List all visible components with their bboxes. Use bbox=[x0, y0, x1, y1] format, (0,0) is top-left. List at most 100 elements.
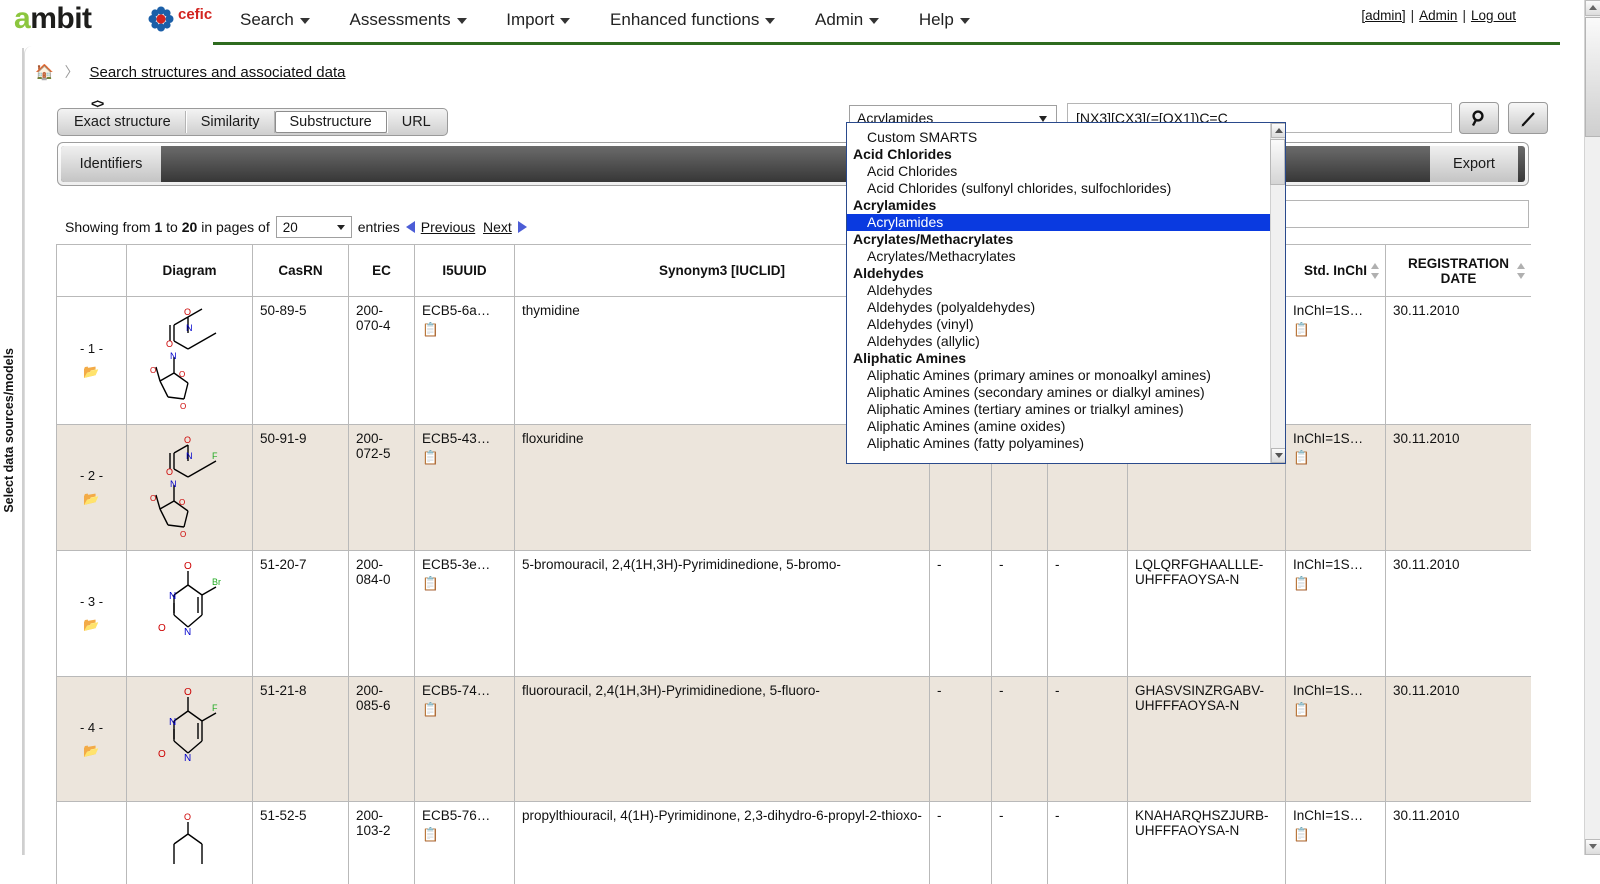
diagram-cell[interactable]: O bbox=[127, 802, 253, 884]
scrollbar-thumb[interactable] bbox=[1585, 17, 1600, 137]
admin-link[interactable]: Admin bbox=[1419, 8, 1457, 23]
table-row[interactable]: - 3 - 📂 O Br N N O bbox=[57, 551, 1532, 677]
tab-similarity[interactable]: Similarity bbox=[186, 111, 275, 133]
folder-icon[interactable]: 📂 bbox=[64, 491, 119, 507]
tab-substructure[interactable]: Substructure bbox=[275, 111, 387, 133]
dropdown-option[interactable]: Acrylates/Methacrylates bbox=[847, 248, 1270, 265]
col-i5uuid[interactable]: I5UUID bbox=[415, 245, 515, 297]
table-row[interactable]: - 4 - 📂 O F N N O bbox=[57, 677, 1532, 802]
smarts-preset-dropdown[interactable]: Custom SMARTS Acid Chlorides Acid Chlori… bbox=[846, 122, 1286, 464]
diagram-cell[interactable]: O F O N N O O O bbox=[127, 425, 253, 551]
row-index-cell[interactable] bbox=[57, 802, 127, 884]
menu-item-admin[interactable]: Admin bbox=[797, 8, 897, 32]
menu-item-search[interactable]: Search bbox=[222, 8, 328, 32]
casrn-cell: 50-89-5 bbox=[253, 297, 349, 425]
scroll-up-icon[interactable] bbox=[1271, 123, 1286, 138]
col-index[interactable] bbox=[57, 245, 127, 297]
col-registration-date[interactable]: REGISTRATION DATE bbox=[1386, 245, 1532, 297]
copy-icon[interactable]: 📋 bbox=[422, 827, 507, 843]
scroll-down-icon[interactable] bbox=[1585, 839, 1600, 855]
export-button[interactable]: Export bbox=[1430, 146, 1518, 182]
i5uuid-cell[interactable]: ECB5-76… 📋 bbox=[415, 802, 515, 884]
previous-page-link[interactable]: Previous bbox=[421, 219, 475, 235]
tab-url[interactable]: URL bbox=[387, 111, 445, 133]
dropdown-option[interactable]: Aliphatic Amines (fatty polyamines) bbox=[847, 435, 1270, 452]
table-row[interactable]: - 2 - 📂 O F O N N bbox=[57, 425, 1532, 551]
col-diagram[interactable]: Diagram bbox=[127, 245, 253, 297]
copy-icon[interactable]: 📋 bbox=[422, 322, 507, 338]
left-sidebar-panel[interactable]: Select data sources/models bbox=[0, 48, 24, 855]
breadcrumb-link-search-structures[interactable]: Search structures and associated data bbox=[89, 64, 345, 81]
col-ec[interactable]: EC bbox=[349, 245, 415, 297]
row-index-cell[interactable]: - 3 - 📂 bbox=[57, 551, 127, 677]
std-inchi-cell[interactable]: InChI=1S… 📋 bbox=[1286, 551, 1386, 677]
col-casrn[interactable]: CasRN bbox=[253, 245, 349, 297]
menu-item-enhanced-functions[interactable]: Enhanced functions bbox=[592, 8, 793, 32]
row-index-cell[interactable]: - 2 - 📂 bbox=[57, 425, 127, 551]
dropdown-option[interactable]: Aldehydes (allylic) bbox=[847, 333, 1270, 350]
table-row[interactable]: O 51-52-5 200-103-2 ECB5-76… 📋 propylthi… bbox=[57, 802, 1532, 884]
structure-editor-button[interactable] bbox=[1508, 102, 1548, 134]
i5uuid-cell[interactable]: ECB5-43… 📋 bbox=[415, 425, 515, 551]
diagram-cell[interactable]: O Br N N O bbox=[127, 551, 253, 677]
results-table-container[interactable]: Diagram CasRN EC I5UUID Synonym3 [IUCLID… bbox=[56, 244, 1531, 884]
copy-icon[interactable]: 📋 bbox=[1293, 827, 1378, 843]
std-inchi-cell[interactable]: InChI=1S… 📋 bbox=[1286, 677, 1386, 802]
tab-identifiers[interactable]: Identifiers bbox=[61, 146, 161, 182]
copy-icon[interactable]: 📋 bbox=[422, 702, 507, 718]
dropdown-option[interactable]: Custom SMARTS bbox=[847, 129, 1270, 146]
copy-icon[interactable]: 📋 bbox=[422, 450, 507, 466]
dropdown-option[interactable]: Aliphatic Amines (amine oxides) bbox=[847, 418, 1270, 435]
dropdown-option[interactable]: Acid Chlorides bbox=[847, 163, 1270, 180]
home-icon[interactable]: 🏠 bbox=[35, 64, 54, 81]
std-inchi-cell[interactable]: InChI=1S… 📋 bbox=[1286, 425, 1386, 551]
dropdown-option[interactable]: Aldehydes (vinyl) bbox=[847, 316, 1270, 333]
sort-arrows-icon[interactable] bbox=[1371, 262, 1380, 280]
folder-icon[interactable]: 📂 bbox=[64, 617, 119, 633]
copy-icon[interactable]: 📋 bbox=[1293, 450, 1378, 466]
sort-arrows-icon[interactable] bbox=[1517, 262, 1526, 280]
i5uuid-cell[interactable]: ECB5-3e… 📋 bbox=[415, 551, 515, 677]
dropdown-option[interactable]: Aliphatic Amines (secondary amines or di… bbox=[847, 384, 1270, 401]
svg-text:N: N bbox=[170, 351, 177, 361]
dropdown-option-selected[interactable]: Acrylamides bbox=[847, 214, 1270, 231]
next-arrow-icon[interactable] bbox=[518, 221, 527, 233]
copy-icon[interactable]: 📋 bbox=[422, 576, 507, 592]
row-index-cell[interactable]: - 4 - 📂 bbox=[57, 677, 127, 802]
dropdown-option[interactable]: Aldehydes bbox=[847, 282, 1270, 299]
previous-arrow-icon[interactable] bbox=[406, 221, 415, 233]
window-scrollbar[interactable] bbox=[1584, 0, 1600, 855]
diagram-cell[interactable]: O O N N O O O bbox=[127, 297, 253, 425]
i5uuid-cell[interactable]: ECB5-74… 📋 bbox=[415, 677, 515, 802]
next-page-link[interactable]: Next bbox=[483, 219, 512, 235]
dropdown-option[interactable]: Acid Chlorides (sulfonyl chlorides, sulf… bbox=[847, 180, 1270, 197]
menu-item-help[interactable]: Help bbox=[901, 8, 988, 32]
dropdown-option[interactable]: Aliphatic Amines (primary amines or mono… bbox=[847, 367, 1270, 384]
scrollbar-thumb[interactable] bbox=[1270, 139, 1285, 185]
col-std-inchi[interactable]: Std. InChI bbox=[1286, 245, 1386, 297]
menu-item-assessments[interactable]: Assessments bbox=[332, 8, 485, 32]
current-user-link[interactable]: [admin] bbox=[1361, 8, 1405, 23]
search-button[interactable] bbox=[1459, 102, 1499, 134]
page-size-select[interactable]: 20 bbox=[276, 216, 352, 238]
menu-item-import[interactable]: Import bbox=[488, 8, 588, 32]
dropdown-option[interactable]: Aldehydes (polyaldehydes) bbox=[847, 299, 1270, 316]
std-inchi-cell[interactable]: InChI=1S… 📋 bbox=[1286, 802, 1386, 884]
scroll-down-icon[interactable] bbox=[1271, 448, 1286, 463]
row-index-cell[interactable]: - 1 - 📂 bbox=[57, 297, 127, 425]
ambit-logo[interactable]: ambit bbox=[14, 2, 92, 36]
tab-exact-structure[interactable]: Exact structure bbox=[60, 111, 186, 133]
copy-icon[interactable]: 📋 bbox=[1293, 702, 1378, 718]
copy-icon[interactable]: 📋 bbox=[1293, 322, 1378, 338]
folder-icon[interactable]: 📂 bbox=[64, 364, 119, 380]
dropdown-scrollbar[interactable] bbox=[1270, 123, 1285, 463]
diagram-cell[interactable]: O F N N O bbox=[127, 677, 253, 802]
folder-icon[interactable]: 📂 bbox=[64, 743, 119, 759]
logout-link[interactable]: Log out bbox=[1471, 8, 1516, 23]
copy-icon[interactable]: 📋 bbox=[1293, 576, 1378, 592]
dropdown-option[interactable]: Aliphatic Amines (tertiary amines or tri… bbox=[847, 401, 1270, 418]
std-inchi-cell[interactable]: InChI=1S… 📋 bbox=[1286, 297, 1386, 425]
table-row[interactable]: - 1 - 📂 O O N N O bbox=[57, 297, 1532, 425]
i5uuid-cell[interactable]: ECB5-6a… 📋 bbox=[415, 297, 515, 425]
scroll-up-icon[interactable] bbox=[1585, 0, 1600, 16]
